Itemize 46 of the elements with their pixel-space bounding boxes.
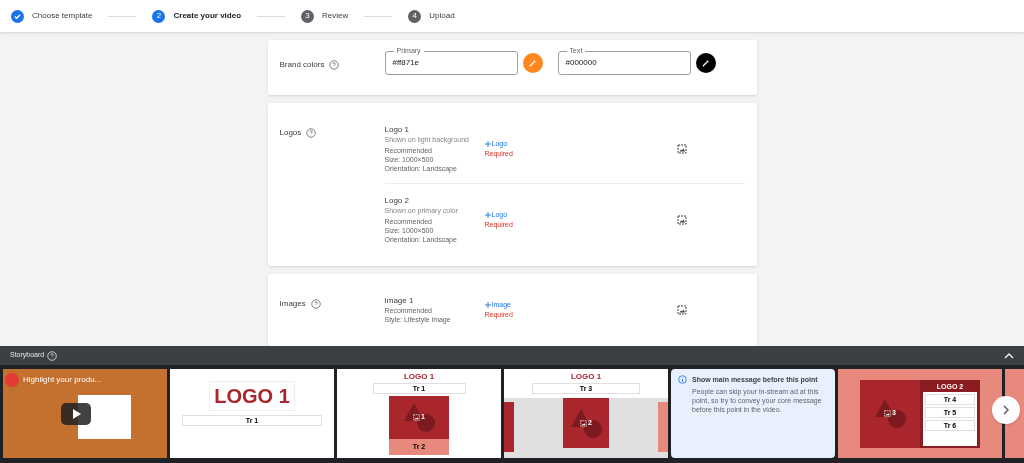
shapes-icon bbox=[570, 408, 602, 438]
channel-avatar-icon bbox=[5, 373, 19, 387]
side-block bbox=[658, 402, 668, 452]
logo-placeholder: LOGO 1 bbox=[570, 371, 602, 383]
help-icon[interactable] bbox=[306, 128, 317, 138]
help-icon[interactable] bbox=[329, 60, 340, 70]
image-icon bbox=[676, 215, 687, 225]
info-icon bbox=[678, 375, 687, 384]
image-icon bbox=[676, 144, 687, 154]
chevron-right-icon bbox=[1002, 405, 1010, 415]
step-label: Choose template bbox=[32, 10, 93, 22]
logo-placeholder: LOGO 1 bbox=[403, 371, 435, 383]
plus-icon bbox=[484, 212, 491, 218]
image-icon bbox=[580, 419, 588, 427]
image-icon bbox=[676, 305, 687, 315]
asset-title: Image 1 bbox=[384, 296, 415, 306]
image-icon bbox=[884, 410, 892, 417]
section-label: Brand colors bbox=[279, 59, 325, 71]
step-number: 2 bbox=[152, 9, 166, 23]
step-label: Upload bbox=[429, 10, 455, 22]
plus-icon bbox=[484, 141, 491, 147]
side-block bbox=[504, 402, 514, 452]
asset-title: Logo 1 bbox=[384, 125, 410, 135]
field-value: #000000 bbox=[565, 57, 597, 69]
collapse-chevron-icon[interactable] bbox=[1004, 352, 1014, 359]
step-label: Review bbox=[322, 10, 349, 22]
video-title: Highlight your produ... bbox=[23, 374, 102, 386]
video-thumbnail[interactable]: Highlight your produ... bbox=[3, 369, 167, 458]
shapes-icon bbox=[874, 399, 906, 428]
step-label: Create your video bbox=[173, 10, 242, 22]
step-number: 4 bbox=[408, 9, 422, 23]
color-picker-button[interactable] bbox=[695, 53, 716, 73]
plus-icon bbox=[484, 302, 491, 308]
eyedropper-icon bbox=[528, 59, 537, 67]
step-number: 3 bbox=[301, 9, 315, 23]
color-picker-button[interactable] bbox=[522, 53, 543, 73]
asset-title: Logo 2 bbox=[384, 196, 410, 206]
eyedropper-icon bbox=[701, 59, 710, 67]
help-icon[interactable] bbox=[310, 299, 321, 309]
logo-placeholder: LOGO 1 bbox=[209, 381, 295, 411]
section-label: Logos bbox=[279, 127, 302, 139]
image-icon bbox=[413, 414, 421, 421]
shapes-icon bbox=[403, 403, 435, 432]
section-label: Images bbox=[279, 298, 306, 310]
field-value: #ff871e bbox=[392, 57, 420, 69]
play-button-icon[interactable] bbox=[61, 403, 91, 425]
